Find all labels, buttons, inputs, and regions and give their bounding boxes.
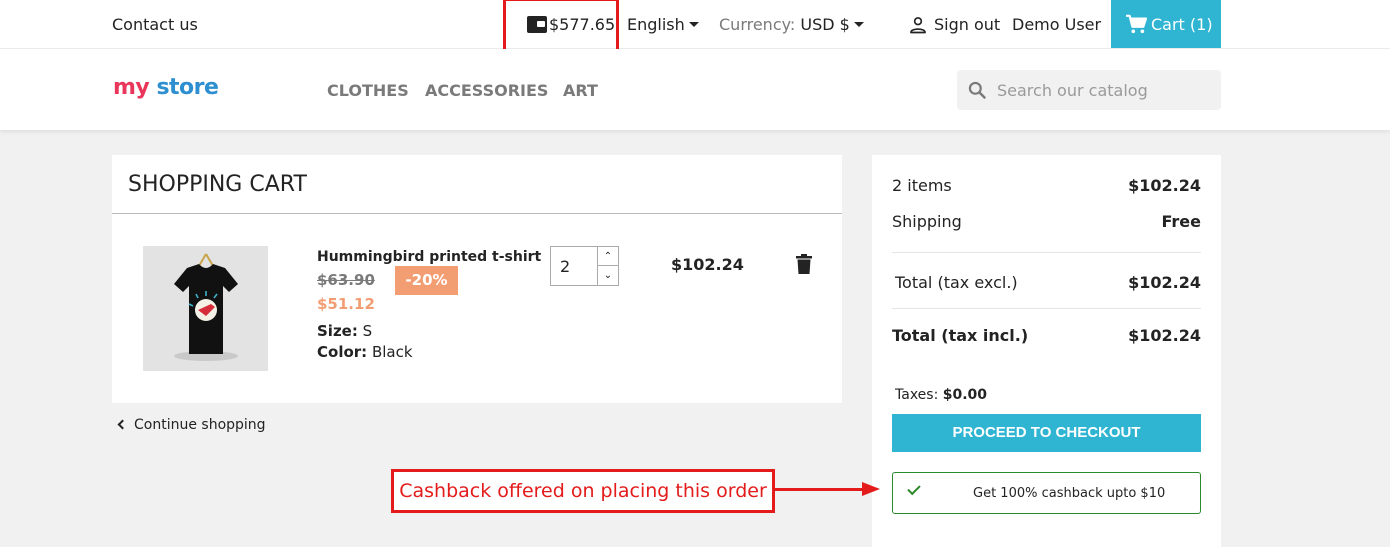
color-value: Black	[371, 343, 413, 361]
chevron-down-icon	[853, 21, 864, 27]
nav-art[interactable]: ART	[563, 81, 598, 100]
total-incl-label: Total (tax incl.)	[892, 326, 1029, 345]
product-color: Color: Black	[317, 343, 413, 361]
check-icon	[907, 481, 921, 496]
shopping-cart-panel: SHOPPING CART Hummingbird printed t-shir…	[112, 155, 842, 403]
search-icon[interactable]	[967, 80, 987, 100]
logo-part-my: my	[113, 75, 150, 100]
taxes-label: Taxes:	[895, 387, 939, 403]
proceed-to-checkout-button[interactable]: PROCEED TO CHECKOUT	[892, 414, 1201, 452]
continue-shopping-link[interactable]: Continue shopping	[117, 417, 266, 433]
wallet-icon	[527, 16, 547, 33]
sign-out-link[interactable]: Sign out	[934, 15, 1000, 34]
total-incl-value: $102.24	[1128, 326, 1201, 345]
store-logo[interactable]: my store	[113, 75, 219, 100]
continue-shopping-label: Continue shopping	[134, 417, 266, 433]
quantity-stepper: 2 ⌃ ⌄	[550, 246, 619, 286]
summary-items-row: 2 items $102.24	[892, 176, 1201, 195]
wallet-balance[interactable]: $577.65	[549, 15, 615, 34]
top-bar: Contact us $577.65 English Currency: USD…	[0, 0, 1390, 55]
cart-divider	[112, 213, 842, 214]
product-regular-price: $63.90	[317, 271, 375, 289]
chevron-down-icon	[688, 21, 699, 27]
contact-us-link[interactable]: Contact us	[112, 15, 198, 34]
annotation-arrow	[775, 488, 863, 491]
logo-part-store: store	[156, 75, 219, 100]
cashback-text: Get 100% cashback upto $10	[973, 486, 1166, 501]
increment-button[interactable]: ⌃	[598, 247, 618, 266]
cashback-offer: Get 100% cashback upto $10	[892, 472, 1201, 514]
nav-clothes[interactable]: CLOTHES	[327, 81, 409, 100]
discount-badge: -20%	[395, 266, 458, 295]
taxes-value: $0.00	[942, 387, 988, 403]
color-label: Color:	[317, 343, 368, 361]
shipping-label: Shipping	[892, 212, 962, 231]
taxes-row: Taxes: $0.00	[895, 387, 987, 403]
shipping-value: Free	[1161, 212, 1202, 231]
delete-icon[interactable]	[796, 254, 812, 274]
cart-summary: 2 items $102.24 Shipping Free Total (tax…	[872, 155, 1221, 547]
annotation-arrowhead	[862, 482, 880, 496]
summary-divider	[892, 308, 1201, 309]
product-size: Size: S	[317, 322, 372, 340]
currency-label: Currency:	[719, 15, 796, 34]
quantity-input[interactable]: 2	[560, 257, 570, 276]
summary-total-incl-row: Total (tax incl.) $102.24	[892, 326, 1201, 345]
product-price: $51.12	[317, 295, 375, 313]
currency-selector[interactable]: Currency: USD $	[719, 15, 864, 34]
total-excl-label: Total (tax excl.)	[895, 273, 1018, 292]
language-selector[interactable]: English	[627, 15, 699, 34]
cart-title: SHOPPING CART	[128, 172, 307, 197]
quantity-spinner: ⌃ ⌄	[597, 247, 618, 285]
currency-value: USD $	[800, 15, 850, 34]
search-input[interactable]	[997, 78, 1212, 102]
line-total: $102.24	[671, 255, 744, 274]
items-subtotal: $102.24	[1128, 176, 1201, 195]
product-name[interactable]: Hummingbird printed t-shirt	[317, 249, 541, 265]
nav-accessories[interactable]: ACCESSORIES	[425, 81, 548, 100]
items-count: 2 items	[892, 176, 952, 195]
search-box	[957, 70, 1221, 110]
tshirt-image	[174, 253, 238, 361]
language-label: English	[627, 15, 685, 34]
size-label: Size:	[317, 322, 358, 340]
size-value: S	[362, 322, 373, 340]
main-header: my store CLOTHES ACCESSORIES ART	[0, 49, 1390, 130]
cart-label: Cart (1)	[1151, 15, 1213, 34]
summary-divider	[892, 252, 1201, 253]
annotation-callout: Cashback offered on placing this order	[391, 469, 775, 513]
total-excl-value: $102.24	[1128, 273, 1201, 292]
cart-icon	[1126, 14, 1147, 34]
cart-button[interactable]: Cart (1)	[1111, 0, 1221, 48]
user-icon	[910, 17, 926, 34]
product-image[interactable]	[143, 246, 268, 371]
chevron-left-icon	[117, 419, 128, 430]
summary-shipping-row: Shipping Free	[892, 212, 1201, 231]
account-link[interactable]: Demo User	[1012, 15, 1101, 34]
decrement-button[interactable]: ⌄	[598, 266, 618, 285]
summary-total-excl-row: Total (tax excl.) $102.24	[895, 273, 1201, 292]
